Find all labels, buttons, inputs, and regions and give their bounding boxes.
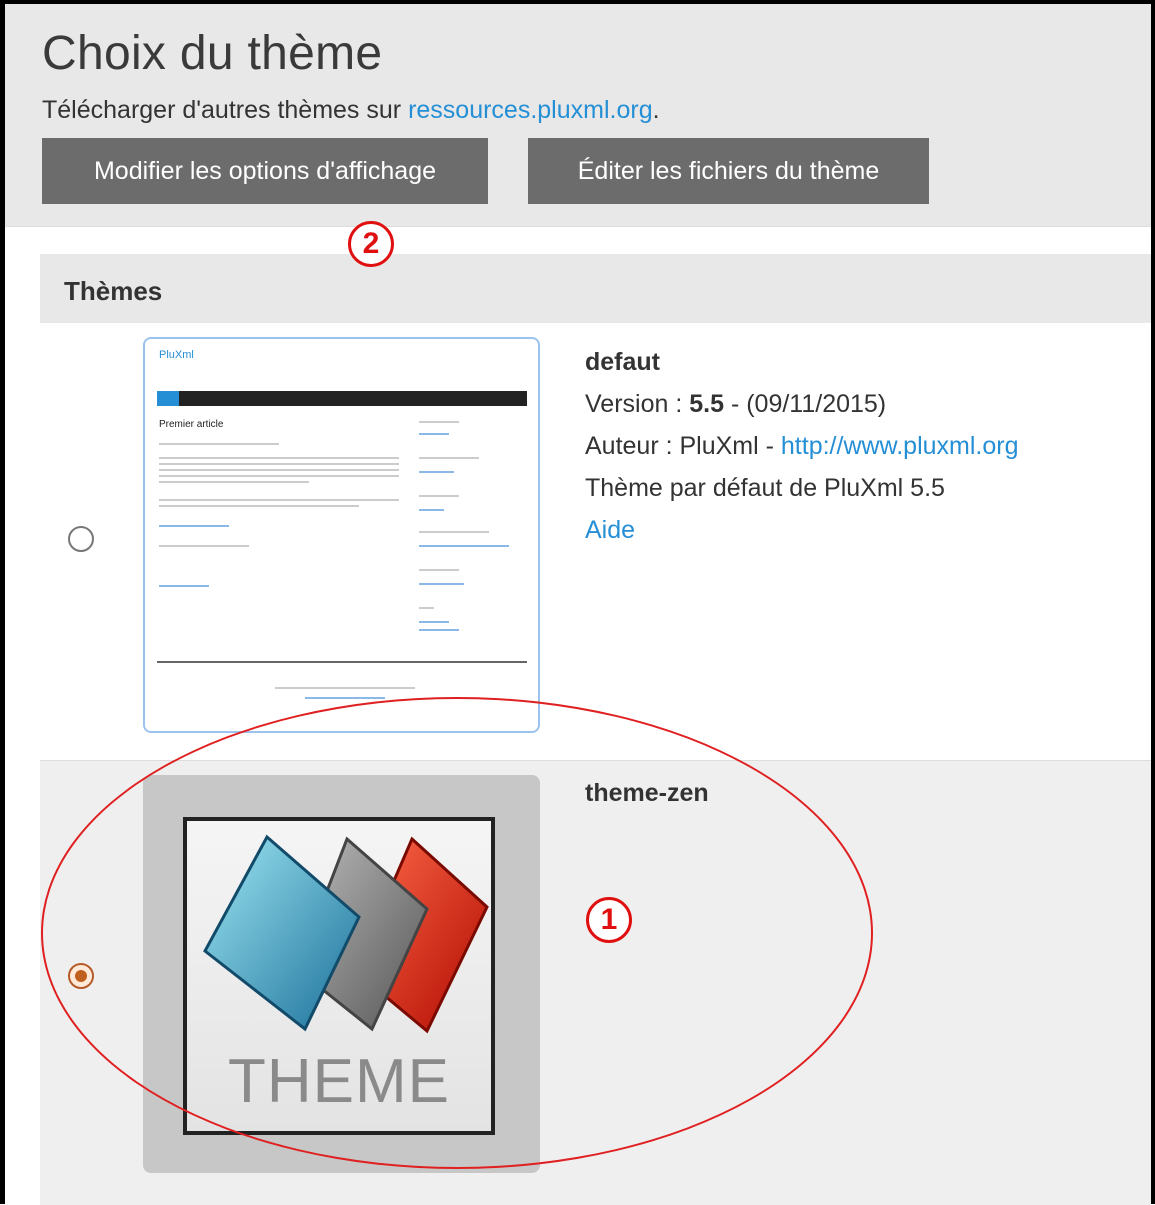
preview-link — [419, 433, 449, 435]
frame-right-border — [1151, 0, 1155, 1204]
preview-line — [275, 687, 415, 689]
theme-thumbnail-theme-zen: THEME — [143, 775, 540, 1173]
preview-line — [159, 475, 399, 477]
page-title: Choix du thème — [42, 27, 383, 80]
preview-article-title: Premier article — [159, 419, 224, 430]
preview-line — [419, 421, 459, 423]
preview-line — [159, 457, 399, 459]
author-link[interactable]: http://www.pluxml.org — [781, 432, 1019, 460]
preview-link — [419, 471, 454, 473]
annotation-callout-2: 2 — [348, 221, 394, 267]
preview-line — [159, 443, 279, 445]
themes-panel: Thèmes PluXml Premier article defaut Ver… — [40, 254, 1151, 1205]
theme-author: Auteur : PluXml - http://www.pluxml.org — [585, 425, 1019, 467]
preview-link — [419, 545, 509, 547]
preview-link — [419, 583, 464, 585]
theme-radio-defaut[interactable] — [68, 526, 94, 552]
theme-name: defaut — [585, 348, 660, 376]
preview-line — [419, 457, 479, 459]
help-link[interactable]: Aide — [585, 516, 635, 544]
themes-panel-header: Thèmes — [40, 254, 1151, 323]
preview-line — [419, 531, 489, 533]
theme-description: Thème par défaut de PluXml 5.5 — [585, 474, 945, 502]
version-date: - (09/11/2015) — [724, 390, 887, 418]
edit-theme-files-button[interactable]: Éditer les fichiers du thème — [528, 138, 929, 204]
theme-info-defaut: defaut Version : 5.5 - (09/11/2015) Aute… — [585, 341, 1019, 551]
preview-link — [419, 509, 444, 511]
preview-line — [159, 469, 399, 471]
preview-line — [159, 499, 399, 501]
theme-placeholder-image: THEME — [183, 817, 495, 1135]
preview-link — [419, 621, 449, 623]
theme-thumbnail-defaut: PluXml Premier article — [143, 337, 540, 733]
preview-link — [419, 629, 459, 631]
preview-site-title: PluXml — [159, 349, 194, 361]
preview-line — [159, 545, 249, 547]
page-header: Choix du thème Télécharger d'autres thèm… — [5, 4, 1151, 227]
theme-version: Version : 5.5 - (09/11/2015) — [585, 383, 1019, 425]
preview-link — [159, 585, 209, 587]
subtitle-suffix: . — [652, 96, 660, 124]
version-number: 5.5 — [689, 390, 724, 418]
preview-link — [305, 697, 385, 699]
preview-line — [419, 495, 459, 497]
preview-nav-bar — [157, 391, 527, 406]
preview-line — [159, 463, 399, 465]
display-options-button[interactable]: Modifier les options d'affichage — [42, 138, 488, 204]
theme-name: theme-zen — [585, 779, 709, 807]
preview-line — [159, 481, 309, 483]
resources-link[interactable]: ressources.pluxml.org — [408, 96, 653, 124]
version-label: Version : — [585, 390, 690, 418]
author-label: Auteur : PluXml - — [585, 432, 781, 460]
preview-footer-rule — [157, 661, 527, 663]
theme-radio-theme-zen[interactable] — [68, 963, 94, 989]
themes-panel-title: Thèmes — [64, 276, 163, 306]
preview-line — [159, 505, 359, 507]
stacked-pages-icon — [203, 834, 489, 1034]
subtitle: Télécharger d'autres thèmes sur ressourc… — [42, 96, 660, 125]
theme-row-theme-zen[interactable]: THEME theme-zen — [40, 760, 1151, 1205]
annotation-callout-1: 1 — [586, 897, 632, 943]
theme-placeholder-text: THEME — [228, 1047, 450, 1116]
preview-line — [419, 569, 459, 571]
preview-link — [159, 525, 229, 527]
subtitle-text: Télécharger d'autres thèmes sur — [42, 96, 409, 124]
preview-line — [419, 607, 434, 609]
theme-row-defaut[interactable]: PluXml Premier article defaut Version: … — [40, 323, 1151, 760]
